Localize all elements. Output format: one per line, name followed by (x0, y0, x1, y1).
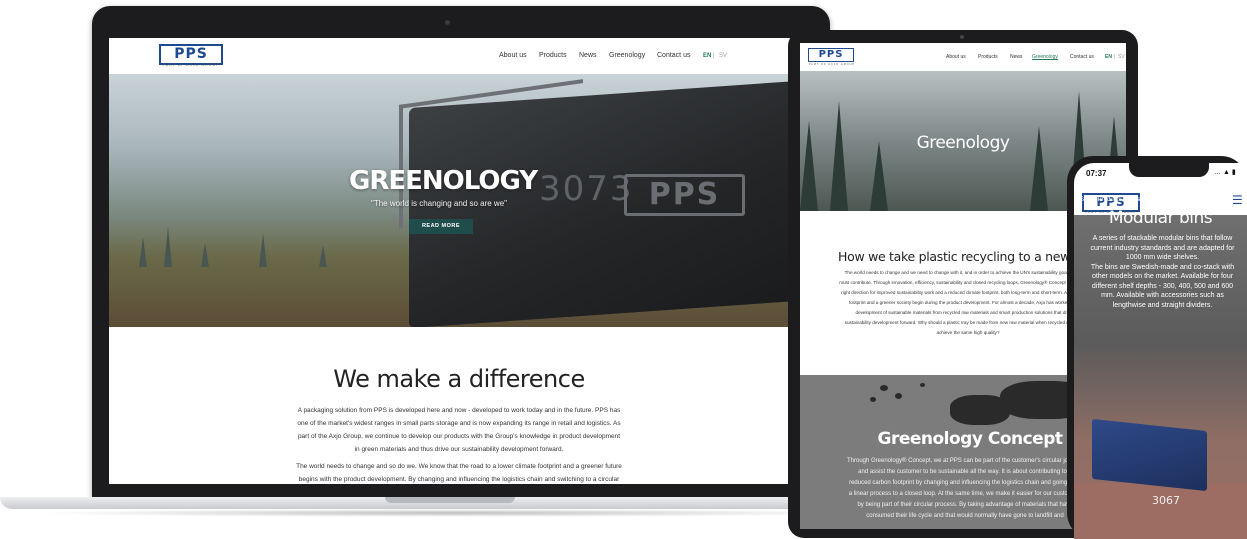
lang-separator: | (713, 53, 715, 59)
nav-greenology[interactable]: Greenology (609, 52, 645, 59)
tree-shape (164, 227, 172, 267)
laptop-base-notch (385, 497, 515, 503)
hamburger-menu-icon[interactable]: ☰ (1232, 193, 1243, 207)
phone-notch (1129, 163, 1209, 177)
nav-products[interactable]: Products (539, 52, 567, 59)
page-title: Modular bins (1108, 208, 1213, 228)
pps-logo-subtitle: PART OF AXJO GROUP (808, 63, 856, 66)
bin-number: 3067 (1152, 494, 1180, 507)
tree-shape (319, 245, 327, 267)
section-paragraph-line: begins with the product development. By … (298, 476, 620, 483)
blue-bin-image (1092, 418, 1207, 492)
status-time: 07:37 (1086, 169, 1107, 178)
description-line: current industry standards and are adapt… (1090, 244, 1235, 252)
nav-contact-us[interactable]: Contact us (1070, 54, 1094, 60)
laptop-camera-icon (445, 20, 450, 25)
section-paragraph-line: in green materials and thus drive our su… (354, 446, 564, 453)
tree-shape (259, 233, 267, 267)
laptop-navbar: PPS PART OF AXJO GROUP About us Products… (109, 38, 812, 74)
tree-shape (201, 243, 209, 267)
tree-shape (830, 101, 848, 211)
laptop-shadow (30, 509, 870, 517)
nav-news[interactable]: News (1010, 54, 1023, 60)
section-title: We make a difference (333, 365, 585, 393)
lang-separator: | (1114, 54, 1116, 60)
hero-title: GREENOLOGY (349, 166, 538, 196)
pps-logo[interactable]: PPS (159, 44, 223, 65)
tablet-camera-icon (960, 35, 964, 39)
description-line: lengthwise and straight dividers. (1112, 301, 1213, 309)
laptop-screen: PPS PART OF AXJO GROUP About us Products… (109, 38, 812, 484)
pellet-shape (895, 393, 902, 399)
lang-sv[interactable]: SV (719, 53, 727, 59)
nav-news[interactable]: News (579, 52, 597, 59)
phone-screen: 07:37 … ▲ ▮ PPS PART OF AXJO GROUP ☰ Sta… (1074, 163, 1247, 539)
bin-pps-logo: PPS (624, 174, 745, 216)
lang-en[interactable]: EN (703, 53, 711, 59)
laptop-base (0, 497, 900, 519)
nav-about-us[interactable]: About us (946, 54, 966, 60)
lang-sv[interactable]: SV (1118, 54, 1125, 60)
section-paragraph-line: one of the market's widest ranges in sma… (297, 420, 621, 427)
tablet-concept-title: Greenology Concept (877, 429, 1063, 449)
breadcrumb[interactable]: Start / Products / Storage solutions / M… (1080, 197, 1212, 203)
status-icons: … ▲ ▮ (1214, 169, 1236, 176)
nav-greenology[interactable]: Greenology (1032, 54, 1058, 60)
tree-shape (139, 237, 147, 267)
pellet-shape (880, 385, 888, 391)
tree-shape (800, 121, 818, 211)
tablet-navbar: PPS PART OF AXJO GROUP About us Products… (800, 43, 1126, 71)
lang-en[interactable]: EN (1105, 54, 1112, 60)
table-surface (1074, 483, 1247, 539)
pps-logo-subtitle: PART OF AXJO GROUP (162, 63, 220, 67)
nav-products[interactable]: Products (978, 54, 998, 60)
hero-banner: 3073 PPS GREENOLOGY "The world is changi… (109, 74, 812, 327)
nav-about-us[interactable]: About us (499, 52, 527, 59)
read-more-button[interactable]: READ MORE (409, 219, 473, 234)
description-line: 1000 mm wide shelves. (1125, 254, 1200, 261)
pellet-shape (870, 397, 876, 402)
description-line: mm. Available with accessories such as (1101, 292, 1224, 299)
section-paragraph-line: part of the Axjo Group, we continue to d… (297, 433, 621, 440)
description-line: other models on the market. Available fo… (1091, 273, 1234, 280)
bin-number: 3073 (539, 169, 634, 209)
hero-subtitle: "The world is changing and so are we" (371, 199, 507, 208)
product-description: A series of stackable modular bins that … (1078, 234, 1247, 310)
section-paragraph-line: The world needs to change and so do we. … (296, 463, 622, 470)
pps-logo[interactable]: PPS (808, 48, 854, 62)
section-paragraph-line: A packaging solution from PPS is develop… (297, 407, 621, 414)
nav-contact-us[interactable]: Contact us (657, 52, 690, 59)
description-line: A series of stackable modular bins that … (1092, 235, 1233, 242)
description-line: The bins are Swedish-made and co-stack w… (1090, 263, 1235, 271)
pellet-shape (920, 383, 925, 387)
tablet-hero-title: Greenology (916, 133, 1010, 153)
description-line: different shelf depths - 300, 400, 500 a… (1091, 282, 1234, 290)
